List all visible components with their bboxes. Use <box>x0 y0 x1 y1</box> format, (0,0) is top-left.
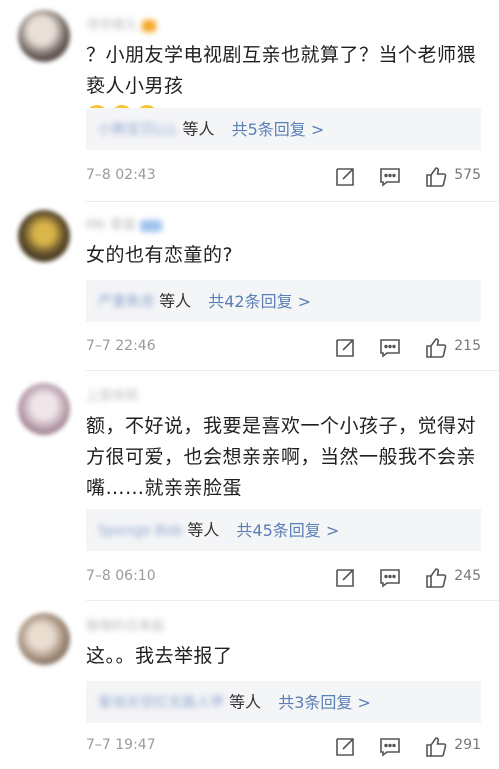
username[interactable]: MK 零度 <box>86 214 162 233</box>
username[interactable]: 上官炜玥 <box>86 385 138 404</box>
comment-meta: 7–8 06:10 245 <box>86 566 481 590</box>
vip-badge-icon <box>139 219 162 232</box>
reply-usernames[interactable]: 小熊宝贝LLL <box>98 109 177 151</box>
comment-text: 女的也有恋童的? <box>86 244 234 266</box>
reply-usernames[interactable]: Sponge Bob <box>98 510 182 552</box>
timestamp: 7–8 02:43 <box>86 167 156 183</box>
comment-item: 寻你很久 ？小朋友学电视剧互亲也就算了？当个老师猥亵人小男孩 小熊宝贝LLL 等… <box>0 0 499 200</box>
comment-meta: 7–7 22:46 215 <box>86 336 481 360</box>
reply-usernames[interactable]: 严重焦虑 <box>98 281 154 323</box>
like-icon[interactable] <box>424 336 448 360</box>
comment-item: 敖晓的日来临 这。。我去举报了 爱地天空红无路人甲 等人 共3条回复 > 7–7… <box>0 601 499 769</box>
forward-icon[interactable] <box>333 336 357 360</box>
like-icon[interactable] <box>424 165 448 189</box>
avatar[interactable] <box>18 210 70 262</box>
timestamp: 7–8 06:10 <box>86 568 156 584</box>
vip-badge-icon <box>142 19 157 32</box>
reply-preview[interactable]: 小熊宝贝LLL 等人 共5条回复 > <box>86 108 481 150</box>
avatar[interactable] <box>18 383 70 435</box>
comment-icon[interactable] <box>378 165 402 189</box>
avatar[interactable] <box>18 10 70 62</box>
avatar[interactable] <box>18 613 70 665</box>
reply-etc-label: 等人 <box>182 119 215 139</box>
timestamp: 7–7 19:47 <box>86 737 156 753</box>
comment-icon[interactable] <box>378 566 402 590</box>
reply-count-link[interactable]: 共3条回复 > <box>278 693 371 712</box>
comment-item: 上官炜玥 额，不好说，我要是喜欢一个小孩子，觉得对方很可爱，也会想亲亲啊，当然一… <box>0 371 499 601</box>
forward-icon[interactable] <box>333 735 357 759</box>
like-count: 215 <box>454 338 481 354</box>
like-count: 291 <box>454 737 481 753</box>
reply-preview[interactable]: 爱地天空红无路人甲 等人 共3条回复 > <box>86 681 481 723</box>
username[interactable]: 敖晓的日来临 <box>86 615 164 634</box>
reply-count-link[interactable]: 共45条回复 > <box>236 521 339 540</box>
reply-etc-label: 等人 <box>187 520 220 540</box>
reply-count-link[interactable]: 共5条回复 > <box>232 120 325 139</box>
comment-item: MK 零度 女的也有恋童的? 严重焦虑 等人 共42条回复 > 7–7 22:4… <box>0 202 499 377</box>
comment-icon[interactable] <box>378 735 402 759</box>
username[interactable]: 寻你很久 <box>86 14 157 33</box>
reply-etc-label: 等人 <box>159 291 192 311</box>
reply-preview[interactable]: 严重焦虑 等人 共42条回复 > <box>86 280 481 322</box>
forward-icon[interactable] <box>333 165 357 189</box>
like-icon[interactable] <box>424 735 448 759</box>
comment-text: 这。。我去举报了 <box>86 645 233 667</box>
reply-etc-label: 等人 <box>229 692 262 712</box>
timestamp: 7–7 22:46 <box>86 338 156 354</box>
like-count: 575 <box>454 167 481 183</box>
comment-meta: 7–8 02:43 575 <box>86 165 481 189</box>
comment-icon[interactable] <box>378 336 402 360</box>
reply-preview[interactable]: Sponge Bob 等人 共45条回复 > <box>86 509 481 551</box>
reply-count-link[interactable]: 共42条回复 > <box>208 292 311 311</box>
comment-meta: 7–7 19:47 291 <box>86 735 481 759</box>
reply-usernames[interactable]: 爱地天空红无路人甲 <box>98 682 224 724</box>
forward-icon[interactable] <box>333 566 357 590</box>
like-count: 245 <box>454 568 481 584</box>
comment-text: 额，不好说，我要是喜欢一个小孩子，觉得对方很可爱，也会想亲亲啊，当然一般我不会亲… <box>86 415 477 499</box>
like-icon[interactable] <box>424 566 448 590</box>
